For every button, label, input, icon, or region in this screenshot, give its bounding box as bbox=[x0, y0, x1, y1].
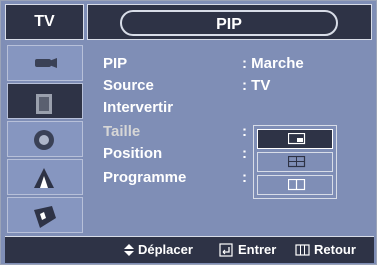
footer-move-label: Déplacer bbox=[138, 242, 193, 257]
page-title: PIP bbox=[216, 16, 242, 33]
menu-value-pip: : Marche bbox=[242, 55, 304, 72]
footer-back: Retour bbox=[295, 242, 356, 257]
sidebar-item-picture[interactable] bbox=[7, 45, 83, 81]
up-down-arrow-icon bbox=[124, 243, 134, 256]
tv-header-label: TV bbox=[34, 13, 55, 30]
footer-back-label: Retour bbox=[314, 242, 356, 257]
size-options-dropdown[interactable] bbox=[253, 125, 337, 199]
speaker-icon bbox=[36, 94, 52, 114]
antenna-icon bbox=[34, 168, 54, 188]
sidebar-item-sound[interactable] bbox=[7, 83, 83, 119]
sidebar-item-setup[interactable] bbox=[7, 159, 83, 195]
disc-icon bbox=[34, 130, 54, 150]
pip-menu-window: TV PIP PIP: Marche Source: TV Interver… bbox=[0, 0, 377, 265]
menu-grid-icon bbox=[295, 243, 310, 256]
footer-move: Déplacer bbox=[123, 242, 193, 257]
enter-icon bbox=[219, 242, 233, 257]
menu-sep-programme: : bbox=[242, 169, 247, 186]
footer-enter: Entrer bbox=[219, 242, 276, 257]
title-pill: PIP bbox=[120, 10, 338, 36]
footer-hints: Déplacer Entrer Retour bbox=[5, 236, 374, 263]
pip-menu-panel: PIP : Marche Source : TV Intervertir Tai… bbox=[87, 43, 372, 233]
plug-icon bbox=[34, 206, 56, 228]
small-pip-icon bbox=[288, 133, 306, 145]
sidebar-item-input[interactable] bbox=[7, 197, 83, 233]
menu-item-pip[interactable]: PIP bbox=[103, 55, 127, 72]
picture-icon bbox=[35, 58, 57, 68]
menu-sep-position: : bbox=[242, 145, 247, 162]
title-header: PIP bbox=[87, 4, 372, 40]
footer-enter-label: Entrer bbox=[238, 242, 277, 257]
menu-value-source: : TV bbox=[242, 77, 271, 94]
sidebar-item-channel[interactable] bbox=[7, 121, 83, 157]
menu-sep-taille: : bbox=[242, 123, 247, 140]
size-option-split[interactable] bbox=[257, 175, 333, 195]
menu-item-intervertir[interactable]: Intervertir bbox=[103, 99, 173, 116]
menu-item-source[interactable]: Source bbox=[103, 77, 154, 94]
menu-item-taille[interactable]: Taille bbox=[103, 123, 140, 140]
split-screen-icon bbox=[288, 179, 306, 191]
tv-header: TV bbox=[5, 4, 84, 40]
menu-item-position[interactable]: Position bbox=[103, 145, 162, 162]
double-screen-icon bbox=[288, 156, 306, 168]
size-option-double[interactable] bbox=[257, 152, 333, 172]
sidebar bbox=[7, 43, 83, 233]
size-option-small[interactable] bbox=[257, 129, 333, 149]
menu-item-programme[interactable]: Programme bbox=[103, 169, 186, 186]
